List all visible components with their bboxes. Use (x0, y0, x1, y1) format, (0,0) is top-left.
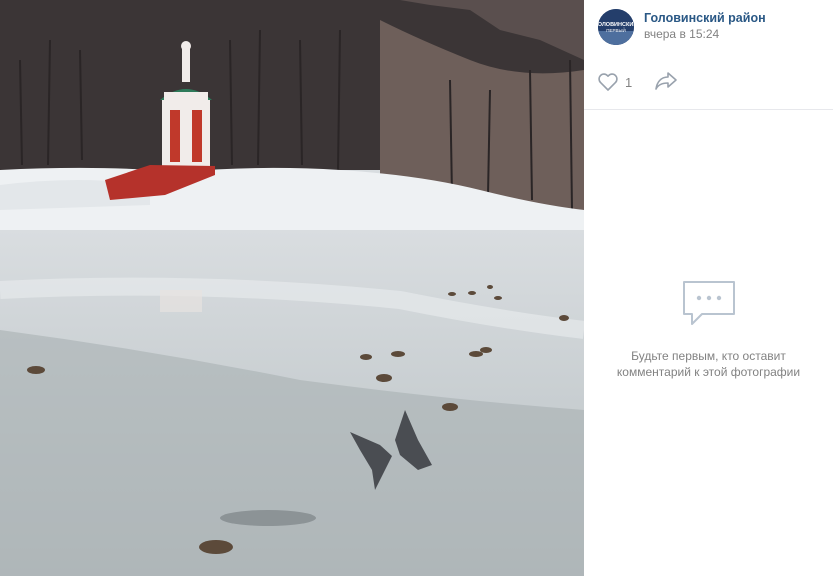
post-photo[interactable] (0, 0, 584, 576)
avatar[interactable]: ГОЛОВИНСКИЙ ПЕРВЫЙ (598, 9, 634, 45)
comment-bubble-icon (682, 281, 735, 325)
like-button[interactable]: 1 (598, 72, 632, 92)
avatar-logo-subtext: ПЕРВЫЙ (606, 26, 625, 33)
share-arrow-icon (655, 72, 677, 90)
photo-image (0, 0, 584, 576)
avatar-logo-text: ГОЛОВИНСКИЙ (598, 20, 634, 28)
author-name-link[interactable]: Головинский район (644, 11, 766, 25)
comments-empty-text: Будьте первым, кто оставит комментарий к… (616, 349, 801, 379)
post-time[interactable]: вчера в 15:24 (644, 27, 719, 41)
post-actions: 1 (584, 54, 833, 110)
share-button[interactable] (654, 71, 678, 96)
post-header: ГОЛОВИНСКИЙ ПЕРВЫЙ Головинский район вче… (584, 0, 833, 54)
avatar-image: ГОЛОВИНСКИЙ ПЕРВЫЙ (598, 9, 634, 45)
heart-icon (598, 73, 618, 91)
photo-sidebar: ГОЛОВИНСКИЙ ПЕРВЫЙ Головинский район вче… (584, 0, 833, 576)
like-count: 1 (625, 74, 633, 90)
comments-empty-state: Будьте первым, кто оставит комментарий к… (584, 278, 833, 380)
